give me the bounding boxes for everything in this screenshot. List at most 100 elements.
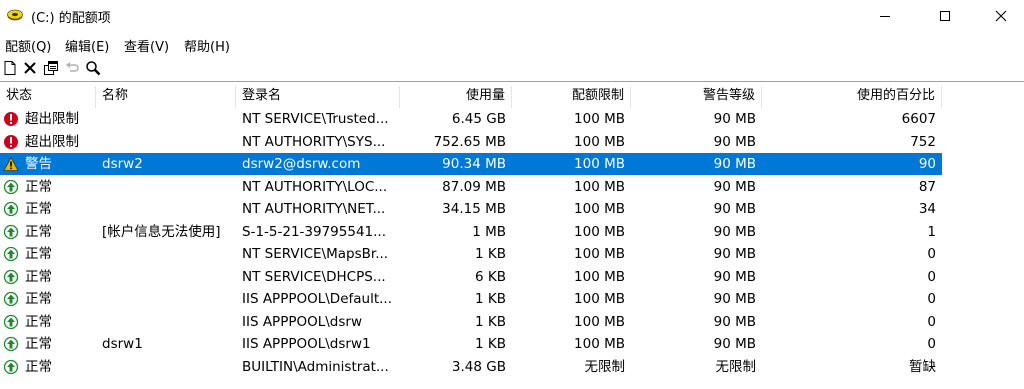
menu-edit[interactable]: 编辑(E) xyxy=(65,36,109,55)
percent-cell: 0 xyxy=(927,313,936,330)
column-limit[interactable]: 配额限制 xyxy=(512,86,631,108)
warning-cell: 90 MB xyxy=(713,111,756,127)
menu-view[interactable]: 查看(V) xyxy=(124,36,169,55)
ok-arrow-icon xyxy=(3,201,19,217)
warning-icon xyxy=(3,156,19,171)
warning-cell: 90 MB xyxy=(713,156,756,172)
title-bar: (C:) 的配额项 xyxy=(0,0,1024,32)
name-cell xyxy=(96,243,236,265)
maximize-icon xyxy=(940,11,950,21)
properties-icon[interactable] xyxy=(43,60,59,76)
login-cell: NT SERVICE\Trusted... xyxy=(242,111,389,127)
ok-arrow-icon xyxy=(3,314,19,329)
status-label: 正常 xyxy=(25,178,52,195)
warning-cell: 90 MB xyxy=(713,291,756,307)
limit-cell: 100 MB xyxy=(574,156,625,172)
login-cell: IIS APPPOOL\Default... xyxy=(242,291,393,307)
column-used[interactable]: 使用量 xyxy=(400,86,512,108)
column-login[interactable]: 登录名 xyxy=(236,86,400,108)
status-label: 正常 xyxy=(25,223,52,240)
column-name[interactable]: 名称 xyxy=(96,86,236,108)
status-label: 正常 xyxy=(25,201,52,217)
minimize-icon xyxy=(880,16,890,17)
table-row[interactable]: 正常 dsrw1 IIS APPPOOL\dsrw1 1 KB 100 MB 9… xyxy=(0,333,942,355)
used-cell: 90.34 MB xyxy=(442,156,506,172)
login-cell: S-1-5-21-39795541... xyxy=(242,223,386,240)
login-cell: dsrw2@dsrw.com xyxy=(242,156,361,172)
table-row[interactable]: 正常 NT SERVICE\DHCPS... 6 KB 100 MB 90 MB… xyxy=(0,266,942,288)
window-title: (C:) 的配额项 xyxy=(31,11,111,26)
warning-cell: 90 MB xyxy=(713,336,756,352)
column-warning-level[interactable]: 警告等级 xyxy=(631,86,762,108)
table-row[interactable]: 正常 NT AUTHORITY\LOC... 87.09 MB 100 MB 9… xyxy=(0,176,942,198)
column-header: 状态 名称 登录名 使用量 配额限制 警告等级 使用的百分比 xyxy=(0,86,1024,108)
status-label: 正常 xyxy=(25,336,52,352)
undo-icon[interactable] xyxy=(64,60,80,76)
limit-cell: 100 MB xyxy=(574,178,625,195)
percent-cell: 0 xyxy=(927,268,936,285)
table-row[interactable]: 正常 BUILTIN\Administrat... 3.48 GB 无限制 无限… xyxy=(0,356,942,378)
login-cell: NT SERVICE\MapsBr... xyxy=(242,246,389,262)
table-row[interactable]: 超出限制 NT AUTHORITY\SYS... 752.65 MB 100 M… xyxy=(0,131,942,153)
login-cell: NT AUTHORITY\NET... xyxy=(242,201,386,217)
login-cell: NT SERVICE\DHCPS... xyxy=(242,268,386,285)
ok-arrow-icon xyxy=(3,224,19,239)
menu-quota[interactable]: 配额(Q) xyxy=(5,36,51,55)
used-cell: 1 MB xyxy=(472,223,506,240)
limit-cell: 100 MB xyxy=(574,313,625,330)
percent-cell: 0 xyxy=(927,246,936,262)
limit-cell: 无限制 xyxy=(584,358,626,375)
used-cell: 87.09 MB xyxy=(442,178,506,195)
name-cell xyxy=(96,108,236,130)
used-cell: 1 KB xyxy=(475,336,506,352)
ok-arrow-icon xyxy=(3,246,19,262)
used-cell: 6 KB xyxy=(475,268,506,285)
name-cell: dsrw1 xyxy=(102,336,143,352)
table-row[interactable]: 正常 NT SERVICE\MapsBr... 1 KB 100 MB 90 M… xyxy=(0,243,942,265)
menu-help[interactable]: 帮助(H) xyxy=(184,36,230,55)
limit-cell: 100 MB xyxy=(574,291,625,307)
table-row[interactable]: 正常 NT AUTHORITY\NET... 34.15 MB 100 MB 9… xyxy=(0,198,942,220)
ok-arrow-icon xyxy=(3,269,19,284)
ok-arrow-icon xyxy=(3,179,19,194)
name-cell xyxy=(96,311,236,333)
delete-icon[interactable] xyxy=(22,60,38,76)
find-icon[interactable] xyxy=(85,60,101,76)
status-label: 正常 xyxy=(25,246,52,262)
minimize-button[interactable] xyxy=(862,0,908,32)
new-entry-icon[interactable] xyxy=(2,60,18,76)
used-cell: 752.65 MB xyxy=(433,133,506,150)
maximize-button[interactable] xyxy=(922,0,968,32)
percent-cell: 87 xyxy=(918,178,936,195)
ok-arrow-icon xyxy=(3,359,19,374)
error-icon xyxy=(4,112,18,126)
used-cell: 1 KB xyxy=(475,291,506,307)
table-row[interactable]: 正常 IIS APPPOOL\dsrw 1 KB 100 MB 90 MB 0 xyxy=(0,311,942,333)
name-cell xyxy=(96,266,236,288)
table-row-selected[interactable]: 警告 dsrw2 dsrw2@dsrw.com 90.34 MB 100 MB … xyxy=(0,153,942,175)
status-label: 超出限制 xyxy=(25,133,79,150)
toolbar xyxy=(0,56,1024,82)
warning-cell: 90 MB xyxy=(713,313,756,330)
table-row[interactable]: 超出限制 NT SERVICE\Trusted... 6.45 GB 100 M… xyxy=(0,108,942,130)
login-cell: IIS APPPOOL\dsrw1 xyxy=(242,336,371,352)
used-cell: 3.48 GB xyxy=(451,358,506,375)
used-cell: 34.15 MB xyxy=(442,201,506,217)
warning-cell: 90 MB xyxy=(713,268,756,285)
name-cell xyxy=(96,131,236,153)
table-row[interactable]: 正常 IIS APPPOOL\Default... 1 KB 100 MB 90… xyxy=(0,288,942,310)
login-cell: NT AUTHORITY\SYS... xyxy=(242,133,386,150)
login-cell: IIS APPPOOL\dsrw xyxy=(242,313,362,330)
limit-cell: 100 MB xyxy=(574,336,625,352)
close-button[interactable] xyxy=(978,0,1024,32)
warning-cell: 90 MB xyxy=(713,223,756,240)
percent-cell: 90 xyxy=(918,156,936,172)
column-percent-used[interactable]: 使用的百分比 xyxy=(762,86,942,108)
percent-cell: 6607 xyxy=(901,111,936,127)
limit-cell: 100 MB xyxy=(574,268,625,285)
percent-cell: 1 xyxy=(927,223,936,240)
table-row[interactable]: 正常 [帐户信息无法使用] S-1-5-21-39795541... 1 MB … xyxy=(0,221,942,243)
column-status[interactable]: 状态 xyxy=(0,86,96,108)
limit-cell: 100 MB xyxy=(574,246,625,262)
status-label: 正常 xyxy=(25,268,52,285)
